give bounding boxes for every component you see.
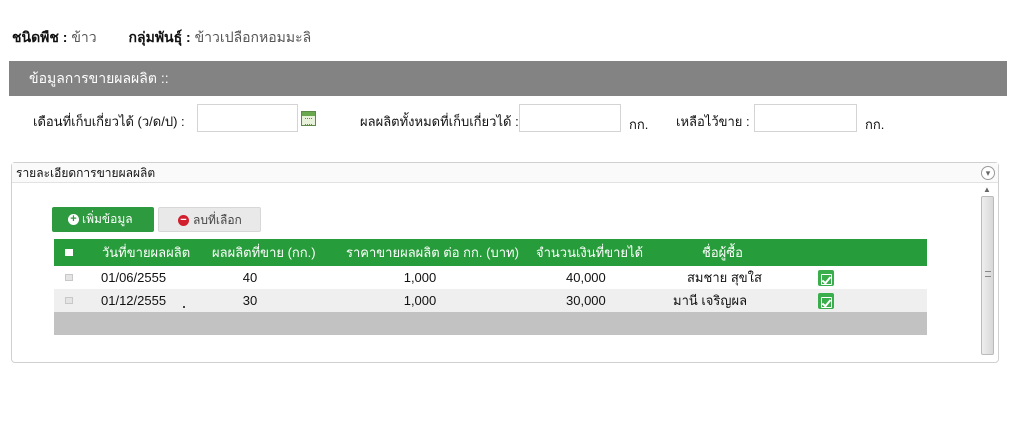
- row-buyer: มานี เจริญผล: [673, 293, 748, 308]
- row-amount: 30,000: [566, 293, 606, 308]
- col-quantity: ผลผลิตที่ขาย (กก.): [212, 245, 316, 260]
- row-date: 01/12/2555: [101, 293, 167, 308]
- row-quantity: 40: [242, 270, 258, 285]
- scroll-thumb[interactable]: [981, 196, 994, 355]
- col-sale-date: วันที่ขายผลผลิต: [102, 245, 191, 260]
- edit-icon[interactable]: [818, 269, 834, 286]
- crop-info: ชนิดพืช : ข้าว กลุ่มพันธุ์ : ข้าวเปลือกห…: [12, 27, 311, 49]
- col-amount: จำนวนเงินที่ขายได้: [536, 245, 644, 260]
- table-row[interactable]: 01/06/2555 40 1,000 40,000 สมชาย สุขใส: [54, 266, 927, 289]
- delete-selected-label: ลบที่เลือก: [193, 213, 242, 227]
- table-header: วันที่ขายผลผลิต ผลผลิตที่ขาย (กก.) ราคาข…: [54, 239, 927, 266]
- chevron-down-icon[interactable]: ▾: [981, 166, 995, 180]
- col-price: ราคาขายผลผลิต ต่อ กก. (บาท): [346, 245, 519, 260]
- row-checkbox[interactable]: [65, 274, 73, 281]
- row-date: 01/06/2555: [101, 270, 167, 285]
- table-row[interactable]: 01/12/2555 30 1,000 30,000 มานี เจริญผล: [54, 289, 927, 312]
- delete-selected-button[interactable]: − ลบที่เลือก: [158, 207, 261, 232]
- col-buyer: ชื่อผู้ซื้อ: [702, 245, 743, 260]
- harvest-month-label: เดือนที่เก็บเกี่ยวได้ (ว/ด/ป) :: [33, 114, 185, 129]
- remaining-unit: กก.: [865, 117, 885, 132]
- row-buyer: สมชาย สุขใส: [687, 270, 762, 285]
- total-yield-label: ผลผลิตทั้งหมดที่เก็บเกี่ยวได้ :: [360, 114, 519, 129]
- harvest-month-input[interactable]: [197, 104, 298, 132]
- plus-circle-icon: +: [68, 214, 79, 225]
- scroll-up-arrow-icon[interactable]: ▲: [980, 185, 994, 195]
- remaining-input[interactable]: [754, 104, 857, 132]
- calendar-icon[interactable]: [301, 111, 316, 126]
- panel-scrollbar[interactable]: ▲: [980, 185, 994, 357]
- remaining-label: เหลือไว้ขาย :: [676, 114, 750, 129]
- row-price: 1,000: [403, 293, 437, 308]
- minus-circle-icon: −: [178, 215, 189, 226]
- row-checkbox[interactable]: [65, 297, 73, 304]
- select-all-checkbox[interactable]: [65, 249, 73, 256]
- row-amount: 40,000: [566, 270, 606, 285]
- row-quantity: 30: [242, 293, 258, 308]
- total-yield-input[interactable]: [519, 104, 621, 132]
- sales-table: วันที่ขายผลผลิต ผลผลิตที่ขาย (กก.) ราคาข…: [54, 239, 927, 335]
- crop-label: ชนิดพืช :: [12, 29, 68, 45]
- table-footer: [54, 312, 927, 335]
- add-record-label: เพิ่มข้อมูล: [82, 212, 133, 226]
- section-title-bar: ข้อมูลการขายผลผลิต ::: [9, 61, 1007, 96]
- add-record-button[interactable]: + เพิ่มข้อมูล: [52, 207, 154, 232]
- edit-icon[interactable]: [818, 292, 834, 309]
- harvest-fields-row: เดือนที่เก็บเกี่ยวได้ (ว/ด/ป) : ผลผลิตทั…: [0, 104, 1015, 134]
- panel-title: รายละเอียดการขายผลผลิต: [12, 163, 998, 183]
- row-price: 1,000: [403, 270, 437, 285]
- variety-value: ข้าวเปลือกหอมมะลิ: [194, 29, 312, 45]
- crop-value: ข้าว: [71, 29, 97, 45]
- total-yield-unit: กก.: [629, 117, 649, 132]
- stray-dot: [183, 306, 185, 308]
- grip-icon: [985, 271, 991, 277]
- variety-label: กลุ่มพันธุ์ :: [128, 29, 191, 45]
